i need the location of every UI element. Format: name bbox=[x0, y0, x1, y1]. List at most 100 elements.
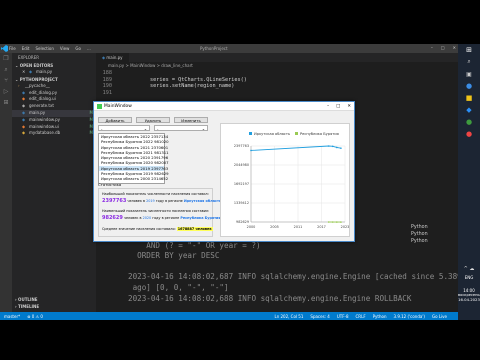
min-region: Республика Бурятия bbox=[180, 216, 221, 220]
vscode-taskbar-icon[interactable]: ◆ bbox=[458, 104, 480, 116]
minimize-icon[interactable]: – bbox=[431, 45, 433, 50]
file-item[interactable]: ◆ generate.txt bbox=[12, 103, 96, 110]
list-item[interactable]: Республика Бурятия 2020 982007 bbox=[99, 160, 169, 165]
file-name: mydatabase.db bbox=[29, 130, 61, 136]
folder-icon: › bbox=[18, 82, 20, 88]
open-editors-section[interactable]: ⌄ OPEN EDITORS bbox=[12, 62, 96, 69]
terminal-panel[interactable]: WHERE (? = OR region_id = ?) AND (? = "-… bbox=[96, 230, 458, 312]
chevron-down-icon: ⌄ bbox=[143, 126, 147, 131]
status-item[interactable]: 3.9.12 ('conda') bbox=[394, 314, 426, 319]
tab-main-py[interactable]: ◆ main.py bbox=[96, 53, 129, 62]
menu-item[interactable]: Selection bbox=[35, 46, 53, 51]
open-editor-item[interactable]: ✕ ◆ main.py bbox=[12, 69, 96, 76]
status-item[interactable]: Go Live bbox=[432, 314, 447, 319]
data-point bbox=[250, 149, 252, 152]
close-icon[interactable]: ✕ bbox=[22, 69, 27, 76]
task-view-icon[interactable]: ▣ bbox=[458, 68, 480, 80]
menu-item[interactable]: Go bbox=[75, 46, 81, 51]
terminal-instance[interactable]: Python bbox=[407, 231, 458, 238]
timeline-section[interactable]: › TIMELINE bbox=[12, 303, 96, 310]
population-chart: Иркутская область Республика Бурятия 23977… bbox=[220, 123, 350, 237]
menu-item[interactable]: ... bbox=[87, 46, 91, 51]
terminal-line: 2023-04-16 14:08:02,688 INFO sqlalchemy.… bbox=[128, 293, 412, 303]
py-file-icon: ◆ bbox=[22, 116, 26, 122]
file-explorer-icon[interactable]: ■ bbox=[458, 92, 480, 104]
project-section[interactable]: ⌄ PYTHONPROJECT bbox=[12, 76, 96, 83]
legend-label: Иркутская область bbox=[254, 132, 290, 136]
maximize-icon[interactable]: □ bbox=[441, 45, 445, 50]
maximize-icon[interactable]: □ bbox=[336, 102, 340, 111]
region-filter-combobox[interactable]: - ⌄ bbox=[98, 125, 150, 131]
min-suffix-pre: человек в bbox=[123, 216, 142, 220]
series-line bbox=[250, 145, 341, 151]
language-indicator[interactable]: ENG bbox=[458, 275, 480, 280]
file-item[interactable]: ◆ mainwindow.ui M bbox=[12, 124, 96, 131]
status-item[interactable]: Spaces: 4 bbox=[310, 314, 329, 319]
file-item[interactable]: › __pycache__ bbox=[12, 83, 96, 90]
run-icon[interactable]: ▷ bbox=[0, 86, 12, 97]
window-controls: – □ ✕ bbox=[431, 45, 456, 50]
clock-date: 16.04.2023 bbox=[458, 297, 480, 302]
data-point bbox=[340, 147, 342, 149]
network-icon[interactable]: ^ ☁ bbox=[458, 266, 480, 272]
min-line: 982629 человек в 2020 году в регионе Рес… bbox=[102, 215, 221, 221]
max-value: 2397763 bbox=[102, 198, 127, 204]
edge-icon[interactable]: ● bbox=[458, 80, 480, 92]
project-label: PYTHONPROJECT bbox=[19, 76, 58, 82]
status-item[interactable]: CRLF bbox=[356, 314, 366, 319]
avg-label: Среднее значение населения составило: bbox=[102, 227, 176, 231]
search-icon[interactable]: ⌕ bbox=[0, 64, 12, 75]
list-item[interactable]: Иркутская область 2000 2314652 bbox=[99, 176, 168, 181]
menu-item[interactable]: View bbox=[60, 46, 70, 51]
terminal-list: Python Python Python bbox=[407, 224, 458, 245]
close-icon[interactable]: ✕ bbox=[347, 102, 351, 111]
app-icon[interactable]: ● bbox=[458, 116, 480, 128]
terminal-line: 2023-04-16 14:08:02,687 INFO sqlalchemy.… bbox=[128, 272, 458, 282]
status-item[interactable]: UTF-8 bbox=[337, 314, 349, 319]
line-number: 191 bbox=[102, 89, 112, 96]
status-item[interactable]: Python bbox=[373, 314, 387, 319]
add-button[interactable]: Добавить bbox=[98, 117, 132, 123]
terminal-instance[interactable]: Python bbox=[407, 238, 458, 245]
max-label: Наибольший показатель численности населе… bbox=[102, 192, 209, 196]
x-tick-label: 2005 bbox=[270, 225, 279, 229]
file-item[interactable]: ◆ edit_dialog.ui bbox=[12, 96, 96, 103]
status-bar: master* ⊗ 0 ⚠ 0 Ln 202, Col 51 Spaces: 4 UT… bbox=[0, 312, 458, 320]
file-item[interactable]: ◆ main.py M bbox=[12, 109, 96, 117]
data-point bbox=[340, 221, 342, 223]
source-control-icon[interactable]: ⑂ bbox=[0, 75, 12, 86]
stats-title: Статистика bbox=[98, 182, 122, 187]
vscode-logo-icon bbox=[0, 44, 9, 53]
file-item[interactable]: ◆ mydatabase.db M bbox=[12, 130, 96, 137]
file-item[interactable]: ◆ edit_dialog.py bbox=[12, 90, 96, 97]
outline-section[interactable]: › OUTLINE bbox=[12, 296, 96, 303]
terminal-instance[interactable]: Python bbox=[407, 224, 458, 231]
delete-button[interactable]: Удалить bbox=[136, 117, 170, 123]
file-name: __pycache__ bbox=[25, 82, 50, 88]
list-item[interactable]: Республика Бурятия 2022 981020 bbox=[99, 139, 169, 144]
min-year: 2020 bbox=[142, 216, 152, 220]
files-icon[interactable]: ❐ bbox=[0, 53, 12, 64]
breadcrumb[interactable]: main.py > MainWindow > draw_line_chart bbox=[96, 62, 458, 69]
edit-button[interactable]: Изменить bbox=[174, 117, 208, 123]
status-item[interactable]: Ln 202, Col 51 bbox=[274, 314, 303, 319]
data-point bbox=[331, 221, 334, 223]
menu-item[interactable]: File bbox=[9, 46, 16, 51]
close-icon[interactable]: ✕ bbox=[453, 45, 456, 50]
search-icon[interactable]: ⌕ bbox=[458, 56, 480, 68]
file-item[interactable]: ◆ mainwindow.py M bbox=[12, 117, 96, 124]
menu-item[interactable]: Edit bbox=[22, 46, 30, 51]
status-item[interactable]: ⊗ 0 ⚠ 0 bbox=[27, 314, 43, 319]
min-label: Наименьший показатель численности населе… bbox=[102, 209, 210, 213]
records-list[interactable]: Иркутская область 2022 2357134 Республика… bbox=[98, 133, 169, 184]
status-item[interactable]: master* bbox=[4, 314, 20, 319]
py-file-icon: ◆ bbox=[22, 89, 26, 95]
file-name: mainwindow.py bbox=[29, 116, 60, 122]
code-line: series.setName(region_name) bbox=[150, 83, 235, 90]
extensions-icon[interactable]: ⊞ bbox=[0, 97, 12, 108]
windows-start-icon[interactable]: ⊞ bbox=[458, 44, 480, 56]
legend-label: Республика Бурятия bbox=[300, 132, 339, 136]
year-filter-combobox[interactable]: - ⌄ bbox=[154, 125, 208, 131]
minimize-icon[interactable]: – bbox=[327, 102, 329, 111]
app-icon[interactable]: ● bbox=[458, 128, 480, 140]
